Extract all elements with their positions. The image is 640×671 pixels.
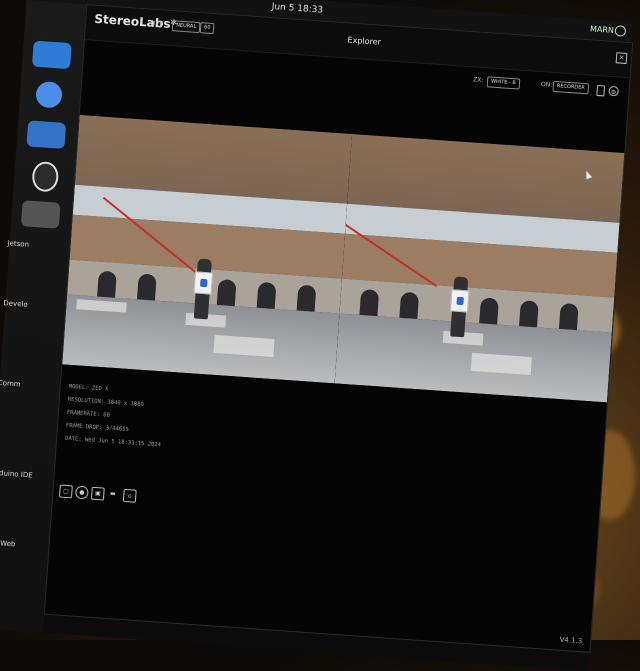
left-camera-view xyxy=(62,114,353,384)
fps-select[interactable]: 60 xyxy=(199,22,215,35)
folder-icon[interactable]: ▢ xyxy=(58,484,73,499)
settings-icon[interactable]: ⚙ xyxy=(608,85,620,97)
brand-logo: StereoLabs* xyxy=(93,11,178,32)
floor-tile xyxy=(76,299,127,313)
settings-icon[interactable]: ▬ xyxy=(107,488,119,500)
user-indicator[interactable]: MARN xyxy=(590,24,614,35)
dock-label: Arduino IDE xyxy=(0,468,33,480)
person-sign xyxy=(449,289,470,313)
arch xyxy=(558,302,579,331)
toolbar-label: ZX: xyxy=(472,76,484,84)
right-camera-view xyxy=(334,133,625,403)
vscode-icon[interactable] xyxy=(31,40,72,70)
obs-icon[interactable] xyxy=(31,160,60,193)
view-toolbar: ZX: WHITE - B ON: RECORDER ⚙ xyxy=(472,74,623,100)
chromium-icon[interactable] xyxy=(35,80,63,109)
screen-capture: Jun 5 18:33 MARN Jetson Develo Comm Ardu… xyxy=(0,0,634,671)
mode-select[interactable]: RECORDER xyxy=(552,80,590,95)
sign-symbol xyxy=(456,296,464,306)
camera-record-icon[interactable]: ▣ xyxy=(90,486,105,501)
arch xyxy=(479,297,499,325)
dock-label: Develo xyxy=(3,299,28,309)
bottom-controls: ▢ ● ▣ ▬ ⌂ xyxy=(58,484,150,506)
arch xyxy=(256,281,277,310)
clock[interactable]: Jun 5 18:33 xyxy=(271,2,323,16)
arch xyxy=(216,279,237,307)
power-icon[interactable] xyxy=(614,25,627,37)
floor-tile xyxy=(213,334,275,358)
live-tag: LIVE xyxy=(150,19,164,28)
stereo-video-view[interactable] xyxy=(62,114,625,403)
dock-label: um Web xyxy=(0,538,16,549)
toolbar-label: ON: xyxy=(540,81,553,89)
arch xyxy=(97,270,117,298)
camera-info: MODEL: ZED X RESOLUTION: 3840 x 1080 FRA… xyxy=(65,381,165,453)
arch xyxy=(296,284,317,312)
camera-select[interactable]: WHITE - B xyxy=(486,76,521,90)
explorer-window: StereoLabs* LIVE NEURAL 60 Explorer × ZX… xyxy=(43,4,634,653)
version-label: V4.1.3 xyxy=(559,635,583,646)
file-manager-icon[interactable] xyxy=(26,120,67,149)
snapshot-icon[interactable]: ⌂ xyxy=(122,488,137,503)
sign-symbol xyxy=(200,278,208,288)
side-by-side-icon[interactable] xyxy=(596,84,606,97)
record-icon[interactable]: ● xyxy=(74,485,89,500)
arch xyxy=(399,291,420,319)
window-title: Explorer xyxy=(347,35,382,47)
dock-label: Comm xyxy=(0,378,21,389)
dock-label: Jetson xyxy=(7,239,30,249)
arch xyxy=(519,300,539,328)
close-icon[interactable]: × xyxy=(615,52,628,64)
floor-tile xyxy=(470,352,532,376)
arch xyxy=(359,288,380,317)
app-icon[interactable] xyxy=(20,200,61,229)
depth-mode-select[interactable]: NEURAL xyxy=(171,20,201,34)
person-sign xyxy=(193,271,214,295)
arch xyxy=(136,273,157,301)
